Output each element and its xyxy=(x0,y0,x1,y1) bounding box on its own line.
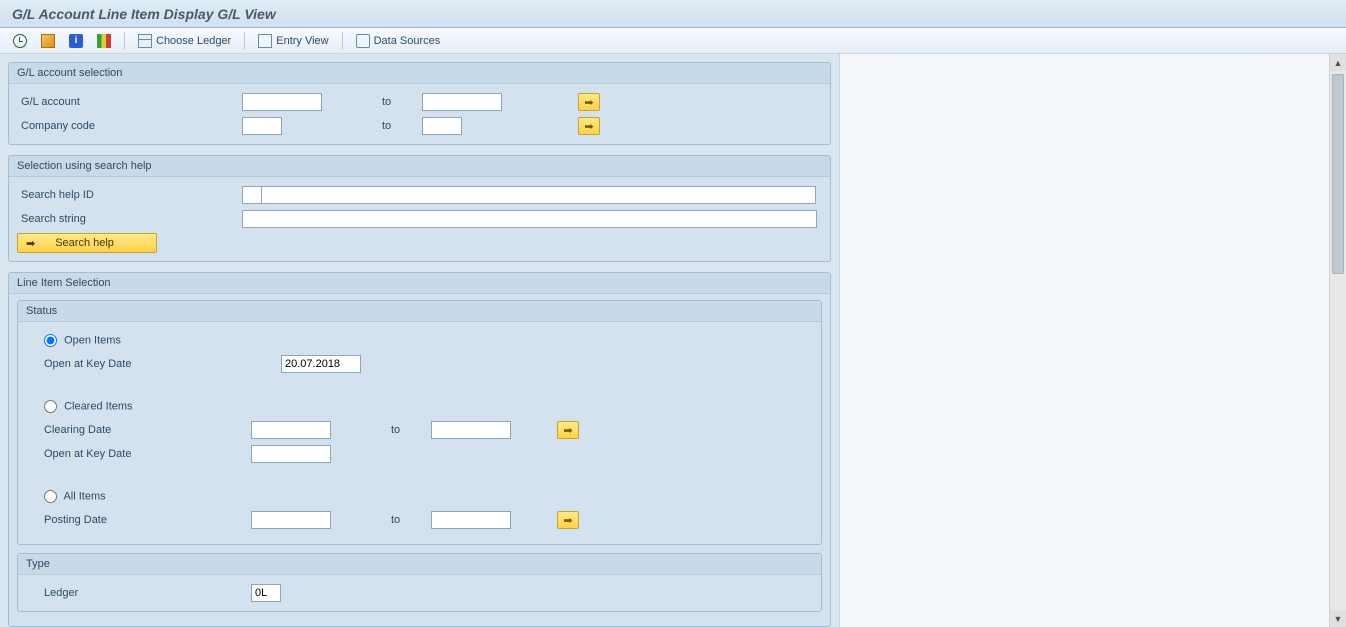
group-search-help: Selection using search help Search help … xyxy=(8,155,831,262)
content-right-empty: ▲ ▼ xyxy=(840,54,1346,627)
posting-date-label: Posting Date xyxy=(26,514,251,526)
cleared-items-radio[interactable] xyxy=(44,400,57,413)
execute-button[interactable] xyxy=(8,31,32,51)
to-label: to xyxy=(382,96,422,108)
scroll-up-button[interactable]: ▲ xyxy=(1330,54,1346,71)
open-at-key-date-label: Open at Key Date xyxy=(26,358,281,370)
clock-icon xyxy=(13,34,27,48)
open-at-key-date2-input[interactable] xyxy=(251,445,331,463)
search-string-input[interactable] xyxy=(242,210,817,228)
scroll-thumb[interactable] xyxy=(1332,74,1344,274)
subgroup-title: Type xyxy=(18,554,821,575)
toolbar-separator xyxy=(244,32,245,50)
status-subgroup: Status Open Items Open at Key Date xyxy=(17,300,822,545)
group-gl-account-selection: G/L account selection G/L account to ➡ C… xyxy=(8,62,831,145)
cleared-items-label: Cleared Items xyxy=(64,400,132,412)
posting-date-to-input[interactable] xyxy=(431,511,511,529)
search-help-button[interactable]: ➡ Search help xyxy=(17,233,157,253)
type-subgroup: Type Ledger xyxy=(17,553,822,612)
ledger-label: Ledger xyxy=(26,587,251,599)
data-sources-label: Data Sources xyxy=(374,35,441,47)
open-at-key-date2-label: Open at Key Date xyxy=(26,448,251,460)
gl-account-label: G/L account xyxy=(17,96,242,108)
status-button[interactable] xyxy=(92,31,116,51)
get-variant-button[interactable] xyxy=(36,31,60,51)
search-help-button-label: Search help xyxy=(55,237,114,249)
company-code-label: Company code xyxy=(17,120,242,132)
arrow-right-icon: ➡ xyxy=(26,237,35,250)
search-help-id-small-input[interactable] xyxy=(242,186,262,204)
choose-ledger-label: Choose Ledger xyxy=(156,35,231,47)
search-help-id-input[interactable] xyxy=(261,186,816,204)
entry-view-icon xyxy=(258,34,272,48)
subgroup-title: Status xyxy=(18,301,821,322)
group-line-item-selection: Line Item Selection Status Open Items Op… xyxy=(8,272,831,627)
info-icon: i xyxy=(69,34,83,48)
status-icon xyxy=(97,34,111,48)
clearing-date-to-input[interactable] xyxy=(431,421,511,439)
application-toolbar: i Choose Ledger Entry View Data Sources xyxy=(0,28,1346,54)
choose-ledger-button[interactable]: Choose Ledger xyxy=(133,31,236,51)
gl-account-multiple-selection-button[interactable]: ➡ xyxy=(578,93,600,111)
all-items-radio[interactable] xyxy=(44,490,57,503)
selection-screen: G/L account selection G/L account to ➡ C… xyxy=(0,54,840,627)
page-title: G/L Account Line Item Display G/L View xyxy=(0,0,1346,28)
open-items-radio[interactable] xyxy=(44,334,57,347)
group-title: Selection using search help xyxy=(9,156,830,177)
group-title: G/L account selection xyxy=(9,63,830,84)
company-code-from-input[interactable] xyxy=(242,117,282,135)
posting-date-multiple-selection-button[interactable]: ➡ xyxy=(557,511,579,529)
entry-view-label: Entry View xyxy=(276,35,328,47)
search-string-label: Search string xyxy=(17,213,242,225)
to-label: to xyxy=(382,120,422,132)
vertical-scrollbar[interactable]: ▲ ▼ xyxy=(1329,54,1346,627)
posting-date-from-input[interactable] xyxy=(251,511,331,529)
clearing-date-label: Clearing Date xyxy=(26,424,251,436)
toolbar-separator xyxy=(342,32,343,50)
open-items-label: Open Items xyxy=(64,334,121,346)
clearing-date-from-input[interactable] xyxy=(251,421,331,439)
to-label: to xyxy=(391,424,431,436)
data-sources-button[interactable]: Data Sources xyxy=(351,31,446,51)
company-code-multiple-selection-button[interactable]: ➡ xyxy=(578,117,600,135)
gl-account-to-input[interactable] xyxy=(422,93,502,111)
entry-view-button[interactable]: Entry View xyxy=(253,31,333,51)
data-sources-icon xyxy=(356,34,370,48)
group-title: Line Item Selection xyxy=(9,273,830,294)
scroll-down-button[interactable]: ▼ xyxy=(1330,610,1346,627)
variant-icon xyxy=(41,34,55,48)
all-items-label: All Items xyxy=(63,490,105,502)
company-code-to-input[interactable] xyxy=(422,117,462,135)
info-button[interactable]: i xyxy=(64,31,88,51)
ledger-input[interactable] xyxy=(251,584,281,602)
gl-account-from-input[interactable] xyxy=(242,93,322,111)
to-label: to xyxy=(391,514,431,526)
ledger-icon xyxy=(138,34,152,48)
open-at-key-date-input[interactable] xyxy=(281,355,361,373)
search-help-id-label: Search help ID xyxy=(17,189,242,201)
toolbar-separator xyxy=(124,32,125,50)
clearing-date-multiple-selection-button[interactable]: ➡ xyxy=(557,421,579,439)
